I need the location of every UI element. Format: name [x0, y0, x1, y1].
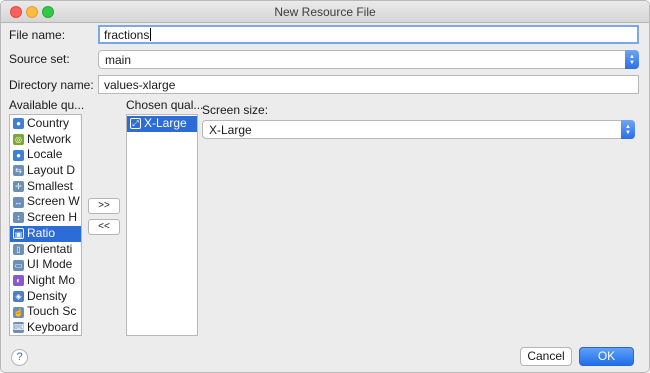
available-item-label: Layout D: [27, 163, 76, 178]
screen-size-value: X-Large: [209, 123, 252, 137]
cancel-button[interactable]: Cancel: [520, 347, 572, 366]
help-button[interactable]: ?: [11, 349, 28, 366]
source-set-value: main: [105, 53, 132, 67]
available-qualifiers-list[interactable]: ● Country ◎ Network ● Locale ⇆ Layout D ✛ Smalles…: [9, 114, 82, 336]
available-item-orientati[interactable]: ▯ Orientati: [10, 242, 81, 258]
layout-direction-icon: ⇆: [13, 165, 24, 177]
chevron-updown-icon: ▲ ▼: [621, 120, 635, 139]
chosen-item-x-large[interactable]: ⤢ X-Large: [127, 116, 197, 132]
available-item-label: Night Mo: [27, 272, 76, 287]
available-item-ui-mode[interactable]: ▭ UI Mode: [10, 257, 81, 273]
available-item-label: Keyboard: [27, 319, 79, 334]
locale-globe-icon: ●: [13, 149, 24, 161]
available-item-label: Orientati: [27, 241, 73, 256]
chosen-item-label: X-Large: [144, 116, 187, 130]
available-item-smallest[interactable]: ✛ Smallest: [10, 179, 81, 195]
window-title: New Resource File: [274, 5, 376, 19]
available-item-density[interactable]: ◈ Density: [10, 289, 81, 305]
text-caret: [150, 28, 152, 41]
available-item-label: Network: [27, 131, 72, 146]
available-item-label: Country: [27, 116, 70, 130]
directory-name-label: Directory name:: [9, 78, 94, 92]
available-item-label: UI Mode: [27, 257, 73, 272]
ui-mode-icon: ▭: [13, 259, 24, 271]
ratio-icon: ▣: [13, 228, 24, 240]
title-bar: New Resource File: [1, 1, 649, 23]
directory-name-value: values-xlarge: [104, 78, 176, 92]
globe-icon: ●: [13, 118, 24, 130]
available-item-label: Screen H: [27, 210, 78, 225]
screen-height-icon: ↕: [13, 212, 24, 224]
density-icon: ◈: [13, 290, 24, 302]
available-item-label: Ratio: [27, 225, 56, 240]
file-name-value: fractions: [104, 28, 150, 42]
source-set-select[interactable]: main ▲ ▼: [98, 50, 639, 69]
screen-size-label: Screen size:: [202, 103, 269, 117]
available-item-touch-sc[interactable]: ☝ Touch Sc: [10, 304, 81, 320]
file-name-label: File name:: [9, 28, 66, 42]
remove-qualifier-button[interactable]: <<: [88, 219, 120, 235]
orientation-icon: ▯: [13, 243, 24, 255]
screen-size-icon: ⤢: [130, 118, 141, 130]
chosen-qualifiers-label: Chosen qual...: [126, 98, 204, 112]
available-item-night-mo[interactable]: ◐ Night Mo: [10, 273, 81, 289]
available-item-layout-d[interactable]: ⇆ Layout D: [10, 163, 81, 179]
screen-width-icon: ↔: [13, 196, 24, 208]
keyboard-icon: ⌨: [13, 322, 25, 334]
available-item-country[interactable]: ● Country: [10, 116, 81, 132]
add-qualifier-button[interactable]: >>: [88, 198, 120, 214]
available-item-label: Screen W: [27, 194, 80, 209]
screen-size-select[interactable]: X-Large ▲ ▼: [202, 120, 635, 139]
source-set-label: Source set:: [9, 52, 70, 66]
available-item-screen-w[interactable]: ↔ Screen W: [10, 194, 81, 210]
available-item-locale[interactable]: ● Locale: [10, 147, 81, 163]
chosen-qualifiers-list[interactable]: ⤢ X-Large: [126, 114, 198, 336]
available-item-ratio[interactable]: ▣ Ratio: [10, 225, 81, 242]
available-item-label: Touch Sc: [27, 304, 77, 319]
available-item-keyboard[interactable]: ⌨ Keyboard: [10, 319, 81, 335]
available-item-label: Density: [27, 288, 68, 303]
ok-button[interactable]: OK: [579, 347, 634, 366]
available-qualifiers-label: Available qu...: [9, 98, 85, 112]
chevron-updown-icon: ▲ ▼: [625, 50, 639, 69]
available-item-label: Locale: [27, 147, 63, 162]
network-icon: ◎: [13, 134, 24, 146]
file-name-field[interactable]: fractions: [98, 25, 639, 44]
available-item-network[interactable]: ◎ Network: [10, 132, 81, 148]
directory-name-field[interactable]: values-xlarge: [98, 75, 639, 94]
new-resource-file-dialog: New Resource File File name: fractions S…: [0, 0, 650, 373]
available-item-screen-h[interactable]: ↕ Screen H: [10, 210, 81, 226]
touch-screen-icon: ☝: [13, 306, 24, 318]
night-mode-icon: ◐: [13, 275, 24, 287]
smallest-width-icon: ✛: [13, 181, 24, 193]
available-item-label: Smallest: [27, 178, 74, 193]
